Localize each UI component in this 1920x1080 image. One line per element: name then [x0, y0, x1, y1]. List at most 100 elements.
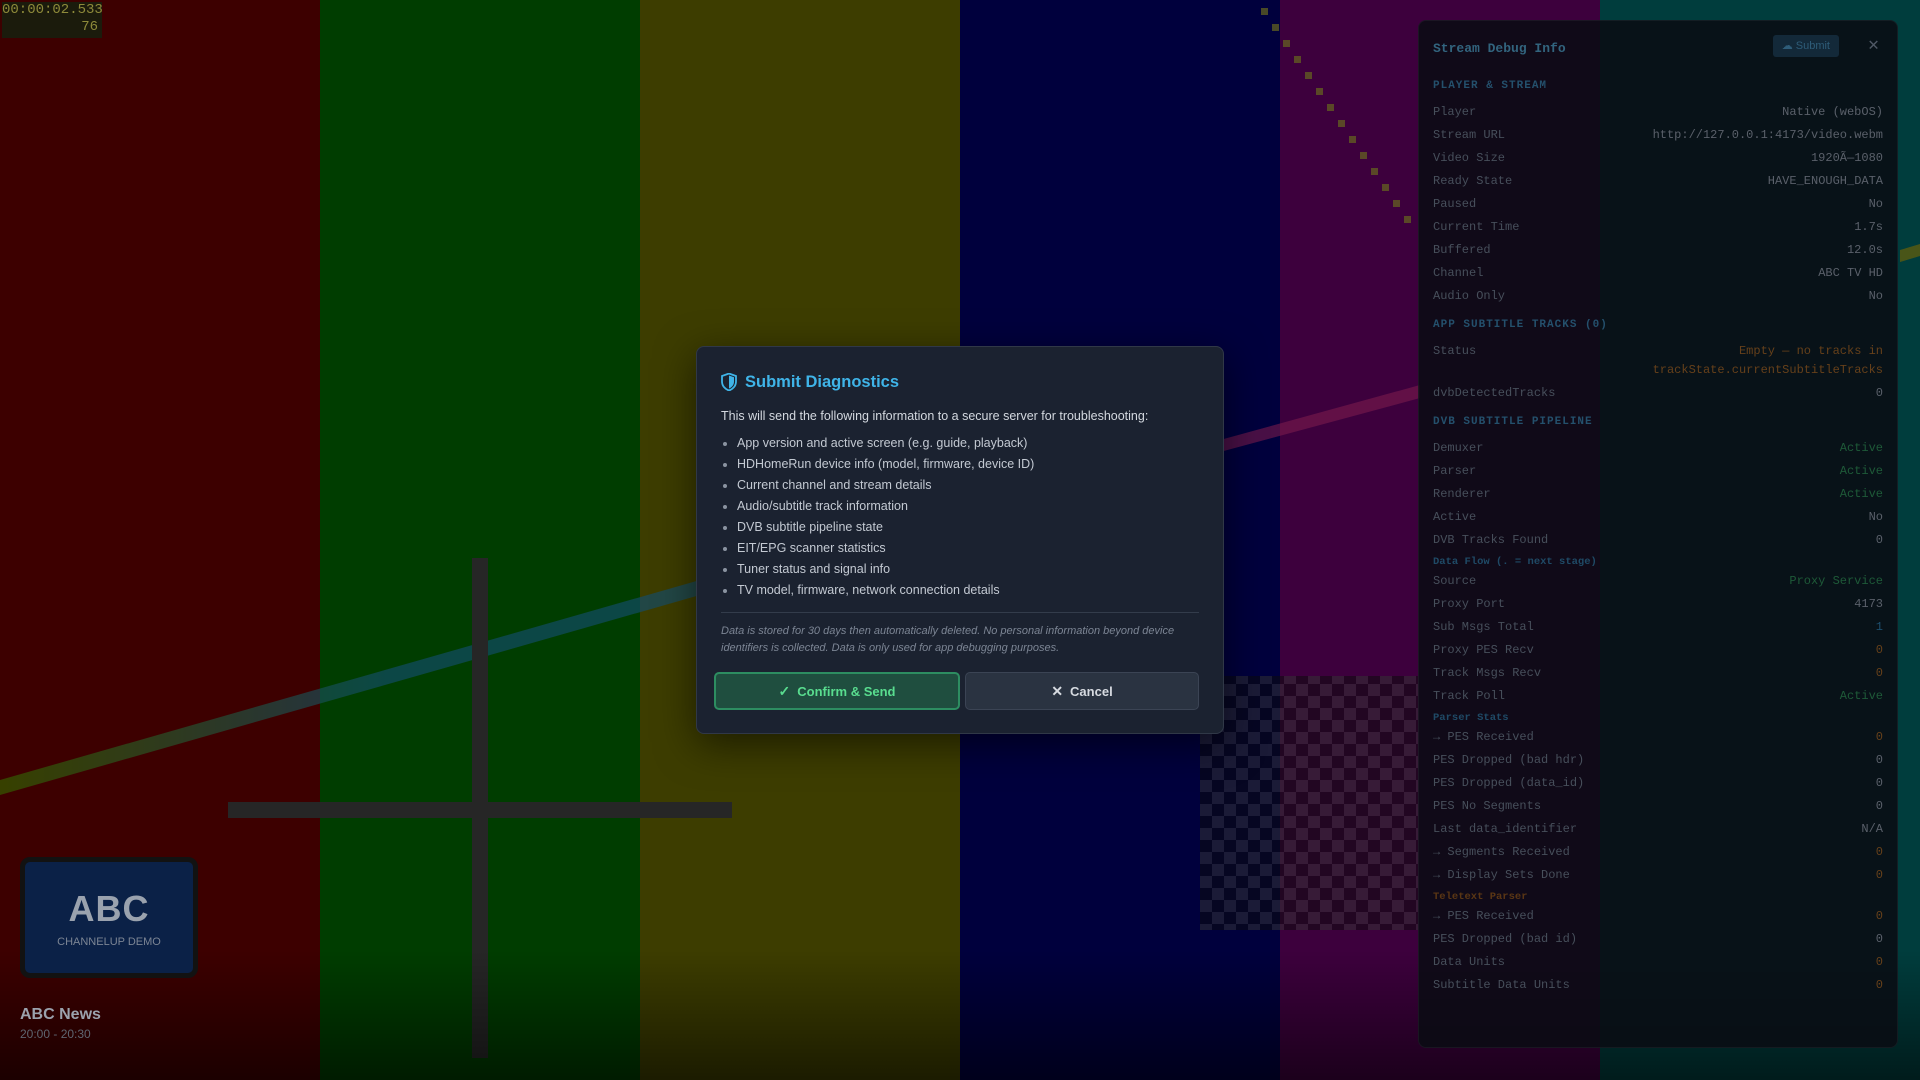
- debug-value: No: [1868, 197, 1883, 211]
- close-icon[interactable]: ✕: [1868, 33, 1879, 59]
- list-item: TV model, firmware, network connection d…: [737, 580, 1034, 601]
- debug-key: Subtitle Data Units: [1433, 978, 1570, 992]
- dialog-divider: [721, 612, 1199, 613]
- debug-value: http://127.0.0.1:4173/video.webm: [1652, 128, 1883, 142]
- debug-key: Demuxer: [1433, 441, 1484, 455]
- debug-key: PES Dropped (data_id): [1433, 776, 1585, 790]
- debug-row: Current Time 1.7s: [1433, 216, 1883, 239]
- debug-key: Active: [1433, 510, 1477, 524]
- debug-submit-button[interactable]: ☁ Submit: [1772, 35, 1839, 57]
- debug-value: 0: [1875, 666, 1883, 680]
- check-icon: ✓: [778, 682, 791, 699]
- debug-key: → PES Received: [1433, 730, 1534, 744]
- debug-key: Audio Only: [1433, 289, 1506, 303]
- debug-key: → Display Sets Done: [1433, 868, 1570, 882]
- debug-key: → Segments Received: [1433, 845, 1570, 859]
- debug-row: Channel ABC TV HD: [1433, 262, 1883, 285]
- stream-debug-panel: Stream Debug Info ☁ Submit ✕ PLAYER & ST…: [1418, 20, 1898, 1048]
- debug-row: Demuxer Active: [1433, 437, 1883, 460]
- program-time: 20:00 - 20:30: [20, 1027, 91, 1041]
- channel-logo-text: ABC: [68, 887, 150, 929]
- list-item: Audio/subtitle track information: [737, 496, 1034, 517]
- debug-key: Video Size: [1433, 151, 1506, 165]
- debug-value: 0: [1875, 753, 1883, 767]
- dialog-title: Submit Diagnostics: [745, 372, 900, 391]
- debug-submit-label: Submit: [1795, 40, 1830, 52]
- dialog-header: Submit Diagnostics: [721, 371, 899, 393]
- debug-key: Parser: [1433, 464, 1477, 478]
- debug-row: Subtitle Data Units 0: [1433, 974, 1883, 997]
- debug-row: PES Dropped (data_id) 0: [1433, 772, 1883, 795]
- data-retention-note: Data is stored for 30 days then automati…: [721, 625, 1175, 654]
- list-item: DVB subtitle pipeline state: [737, 517, 1034, 538]
- parser-stats-title: Parser Stats: [1433, 712, 1509, 724]
- debug-row: Proxy PES Recv 0: [1433, 639, 1883, 662]
- debug-row: Buffered 12.0s: [1433, 239, 1883, 262]
- debug-key: Track Poll: [1433, 689, 1506, 703]
- debug-key: Stream URL: [1433, 128, 1506, 142]
- debug-key: Ready State: [1433, 174, 1513, 188]
- timecode-overlay: 00:00:02.533 76: [2, 2, 103, 38]
- debug-row: → Display Sets Done 0: [1433, 864, 1883, 887]
- debug-row: → PES Received 0: [1433, 905, 1883, 928]
- debug-value: Active: [1839, 441, 1883, 455]
- shield-icon: [721, 373, 737, 391]
- cancel-label: Cancel: [1070, 683, 1113, 699]
- program-title: ABC News: [20, 1006, 101, 1023]
- dialog-intro: This will send the following information…: [721, 409, 1149, 423]
- submit-diagnostics-dialog: Submit Diagnostics This will send the fo…: [696, 346, 1224, 734]
- list-item: EIT/EPG scanner statistics: [737, 538, 1034, 559]
- debug-value: 1.7s: [1854, 220, 1883, 234]
- debug-row: Parser Active: [1433, 460, 1883, 483]
- debug-value: 0: [1875, 845, 1883, 859]
- debug-key: Source: [1433, 574, 1477, 588]
- debug-key: Proxy PES Recv: [1433, 643, 1534, 657]
- list-item: Tuner status and signal info: [737, 559, 1034, 580]
- debug-row: Stream URL http://127.0.0.1:4173/video.we…: [1433, 124, 1883, 147]
- debug-key: Data Units: [1433, 955, 1506, 969]
- debug-value: 0: [1875, 386, 1883, 400]
- debug-key: PES Dropped (bad hdr): [1433, 753, 1585, 767]
- debug-row: → Segments Received 0: [1433, 841, 1883, 864]
- x-icon: ✕: [1051, 682, 1064, 699]
- debug-panel-title: Stream Debug Info: [1433, 41, 1566, 56]
- debug-value: 4173: [1854, 597, 1883, 611]
- debug-value: 0: [1875, 643, 1883, 657]
- debug-key: Paused: [1433, 197, 1477, 211]
- debug-key: Proxy Port: [1433, 597, 1506, 611]
- debug-key: Last data_identifier: [1433, 822, 1578, 836]
- debug-value: Active: [1839, 689, 1883, 703]
- cancel-button[interactable]: ✕ Cancel: [965, 672, 1199, 710]
- data-flow-title: Data Flow (. = next stage): [1433, 556, 1597, 568]
- debug-row: Track Poll Active: [1433, 685, 1883, 708]
- debug-row: PES Dropped (bad hdr) 0: [1433, 749, 1883, 772]
- list-item: HDHomeRun device info (model, firmware, …: [737, 454, 1034, 475]
- debug-key: PES No Segments: [1433, 799, 1542, 813]
- debug-row: Proxy Port 4173: [1433, 593, 1883, 616]
- diagnostics-item-list: App version and active screen (e.g. guid…: [721, 433, 1034, 601]
- channel-logo: ABC CHANNELUP DEMO: [20, 857, 198, 978]
- debug-key: dvbDetectedTracks: [1433, 386, 1556, 400]
- section-title-app-subtitle: APP SUBTITLE TRACKS (0): [1433, 319, 1608, 331]
- debug-row: dvbDetectedTracks 0: [1433, 382, 1883, 405]
- debug-value: No: [1868, 510, 1883, 524]
- timecode-frame: 76: [81, 19, 98, 35]
- debug-row: Data Units 0: [1433, 951, 1883, 974]
- debug-row: Ready State HAVE_ENOUGH_DATA: [1433, 170, 1883, 193]
- debug-value: 12.0s: [1846, 243, 1883, 257]
- debug-key: Player: [1433, 105, 1477, 119]
- confirm-send-button[interactable]: ✓ Confirm & Send: [714, 672, 960, 710]
- debug-value: 0: [1875, 955, 1883, 969]
- debug-row-status: Status Empty — no tracks in trackState.cu…: [1433, 340, 1883, 382]
- debug-value: Proxy Service: [1789, 574, 1883, 588]
- debug-value: 1920Ã—1080: [1810, 151, 1883, 165]
- debug-row: Video Size 1920Ã—1080: [1433, 147, 1883, 170]
- debug-row: PES Dropped (bad id) 0: [1433, 928, 1883, 951]
- debug-key: Current Time: [1433, 220, 1520, 234]
- debug-value: 0: [1875, 776, 1883, 790]
- debug-row: PES No Segments 0: [1433, 795, 1883, 818]
- section-title-dvb-pipeline: DVB SUBTITLE PIPELINE: [1433, 416, 1593, 428]
- debug-value: 0: [1875, 978, 1883, 992]
- debug-value: Native (webOS): [1782, 105, 1883, 119]
- debug-value: 1: [1875, 620, 1883, 634]
